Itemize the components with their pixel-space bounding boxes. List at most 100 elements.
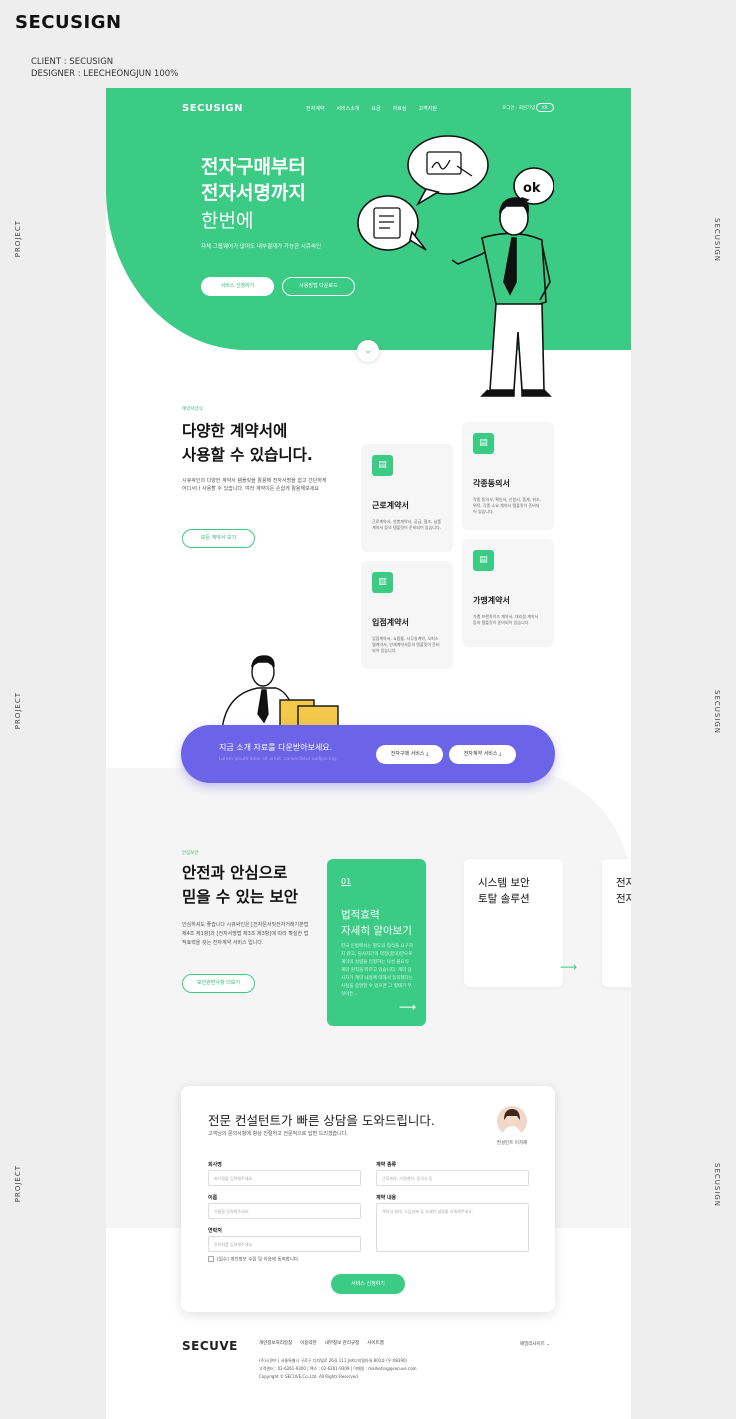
legal-effect-card[interactable]: 01 법적효력 자세히 알아보기 한국 민법에서는 별도의 형식을 요구하지 않…: [327, 859, 426, 1026]
download-purchase-button[interactable]: 전자구매 서비스 ⤓: [376, 745, 443, 764]
card-desc: 입점계약서, 쇼핑몰, 사무실계약, 오피스텔계약서, 인재계약서등의 템플릿이…: [372, 636, 440, 653]
hero-title-line: 전자서명까지: [201, 182, 306, 204]
card-desc: 각종 동의서, 확인서, 신청서, 품계, 위조, 위탁, 각종 소요 계약서 …: [473, 497, 541, 514]
contract-type-input[interactable]: 근로계약, 가맹계약, 동의서 등: [376, 1170, 529, 1186]
card-title: 가맹계약서: [473, 596, 510, 605]
contract-card[interactable]: ▥ 입점계약서 입점계약서, 쇼핑몰, 사무실계약, 오피스텔계약서, 인재계약…: [361, 561, 453, 669]
checkbox[interactable]: [208, 1256, 214, 1262]
client-label: CLIENT : SECUSIGN: [31, 57, 114, 67]
scroll-down-button[interactable]: ⌄: [357, 340, 379, 362]
footer-link[interactable]: 사이트맵: [367, 1340, 384, 1346]
footer-logo[interactable]: SECUVE: [182, 1339, 238, 1353]
chevron-down-icon: ⌄: [364, 346, 372, 356]
copyright: Copyright © SECUVE.Co.,Ltd. All Rights R…: [259, 1374, 358, 1379]
document-icon: ▤: [372, 455, 393, 476]
side-label-left: PROJECT: [14, 692, 22, 730]
field-label: 이름: [208, 1195, 218, 1201]
side-label-left: PROJECT: [14, 1165, 22, 1203]
side-label-left: PROJECT: [14, 220, 22, 258]
button-label: 전자계약 서비스: [463, 751, 498, 757]
security-title: 안전과 안심으로 믿을 수 있는 보안: [182, 861, 298, 909]
project-title: SECUSIGN: [15, 12, 122, 33]
contracts-title-line: 사용할 수 있습니다.: [182, 446, 313, 464]
security-title-line: 믿을 수 있는 보안: [182, 888, 299, 906]
company-address: (주)시큐브 | 서울특별시 구로구 디지털로 26길 111 JnK디지털타워…: [259, 1358, 408, 1363]
card-title-line: 법적효력: [341, 909, 380, 921]
contract-card[interactable]: ▤ 근로계약서 근로계약서, 연봉계약서, 공급, 협조, 납품계약서 등의 템…: [361, 444, 453, 552]
field-label: 회사명: [208, 1162, 222, 1168]
card-desc: 근로계약서, 연봉계약서, 공급, 협조, 납품계약서 등의 템플릿이 준비되어…: [372, 519, 442, 530]
hero-title-line: 전자구매부터: [201, 156, 306, 178]
side-label-right: SECUSIGN: [713, 690, 721, 735]
arrow-right-icon: ⟶: [399, 1000, 417, 1014]
card-title-line: 토탈 솔루션: [478, 893, 530, 905]
project-meta: CLIENT : SECUSIGN DESIGNER : LEECHEONGJU…: [31, 56, 178, 80]
website-page: SECUSIGN 전자계약 서비스소개 요금 자료실 고객지원 로그인 · 회원…: [106, 88, 631, 1419]
field-label: 계약 내용: [376, 1195, 397, 1201]
document-icon: ▤: [473, 433, 494, 454]
card-number: 01: [341, 877, 352, 886]
download-contract-button[interactable]: 전자계약 서비스 ⤓: [449, 745, 516, 764]
footer-links: 개인정보처리방침 이용약관 내부정보 관리규정 사이트맵: [259, 1340, 384, 1346]
nav-item[interactable]: 요금: [371, 105, 380, 112]
contracts-desc: 시큐싸인의 다양한 계약서 템플릿을 활용해 전자서명을 쉽고 간단하게 어디서…: [182, 478, 327, 492]
hero-title: 전자구매부터 전자서명까지: [201, 154, 306, 206]
contract-card[interactable]: ▤ 각종동의서 각종 동의서, 확인서, 신청서, 품계, 위조, 위탁, 각종…: [462, 422, 554, 530]
card-title-line: 자세히 알아보기: [341, 925, 412, 937]
nav-item[interactable]: 전자계약: [306, 105, 324, 112]
hero-subtitle: 자체 그룹웨어가 없어도 내부결재가 가능한 시큐싸인: [201, 244, 322, 250]
privacy-agree[interactable]: [필수] 개인정보 수집 및 이용에 동의합니다.: [208, 1256, 299, 1263]
ok-bubble-text: ok: [523, 181, 541, 196]
form-title: 전문 컨설턴트가 빠른 상담을 도와드립니다.: [208, 1113, 435, 1128]
card-desc: 한국 민법에서는 별도의 형식을 요구하지 않고, 당사자간의 약정(합의)만으…: [341, 944, 413, 997]
download-banner: 지금 소개 자료를 다운받아보세요. Lorem ipsum dolor sit…: [181, 725, 555, 783]
section-tag: 계약서양식: [182, 407, 203, 412]
login-links[interactable]: 로그인 · 회원가입: [502, 105, 535, 111]
banner-subtitle: Lorem ipsum dolor sit amet, consectetur …: [219, 757, 338, 762]
nav-item[interactable]: 자료실: [393, 105, 407, 112]
nav-item[interactable]: 서비스소개: [336, 105, 359, 112]
contract-card[interactable]: ▤ 가맹계약서 가맹 프랜차이즈 계약서, 대리점 계약서 등의 템플릿이 준비…: [462, 539, 554, 647]
company-input[interactable]: 회사명을 입력해주세요.: [208, 1170, 361, 1186]
card-title-line: 시스템 보안: [478, 877, 530, 889]
section-tag: 안심보안: [182, 851, 199, 856]
security-title-line: 안전과 안심으로: [182, 864, 288, 882]
card-title: 근로계약서: [372, 501, 409, 510]
card-title: 시스템 보안 토탈 솔루션: [478, 875, 530, 907]
contracts-title-line: 다양한 계약서에: [182, 422, 288, 440]
apply-service-button[interactable]: 서비스 신청하기: [201, 277, 274, 296]
arrow-right-icon: ⟶: [560, 960, 578, 974]
businessman-illustration: ok: [357, 135, 554, 397]
partial-card[interactable]: 전자 전자: [602, 859, 631, 987]
consultant-name: 컨설턴트 이지혜: [496, 1141, 528, 1146]
submit-button[interactable]: 서비스 신청하기: [331, 1274, 405, 1294]
card-title: 입점계약서: [372, 618, 409, 627]
footer-info: (주)시큐브 | 서울특별시 구로구 디지털로 26길 111 JnK디지털타워…: [259, 1357, 417, 1381]
card-title: 각종동의서: [473, 479, 510, 488]
language-select[interactable]: KR: [536, 103, 554, 112]
system-security-card[interactable]: 시스템 보안 토탈 솔루션 ⟶: [464, 859, 577, 987]
family-site-select[interactable]: 패밀리사이트 ⌄: [520, 1341, 550, 1347]
man-with-folders-illustration: [221, 655, 339, 730]
side-label-right: SECUSIGN: [713, 1163, 721, 1208]
card-desc: 가맹 프랜차이즈 계약서, 대리점 계약서 등의 템플릿이 준비되어 있습니다.: [473, 614, 539, 625]
contract-content-textarea[interactable]: 계약서 형태, 도입날짜 등 자세한 설명을 기재해주세요.: [376, 1203, 529, 1252]
download-icon: ⤓: [499, 751, 502, 757]
download-guide-button[interactable]: 사용방법 다운로드: [282, 277, 355, 296]
phone-input[interactable]: 연락처를 입력해주세요.: [208, 1236, 361, 1252]
card-title: 전자 전자: [616, 875, 631, 907]
download-icon: ⤓: [426, 751, 429, 757]
footer-link[interactable]: 내부정보 관리규정: [325, 1340, 360, 1346]
clipboard-icon: ▥: [372, 572, 393, 593]
site-logo[interactable]: SECUSIGN: [182, 103, 243, 114]
name-input[interactable]: 이름을 입력해주세요.: [208, 1203, 361, 1219]
nav-item[interactable]: 고객지원: [418, 105, 436, 112]
security-more-button[interactable]: 보안관련사항 더보기: [182, 974, 255, 993]
consultant-avatar: [497, 1106, 527, 1136]
card-title: 법적효력 자세히 알아보기: [341, 907, 412, 939]
footer-link[interactable]: 개인정보처리방침: [259, 1340, 292, 1346]
view-all-contracts-button[interactable]: 모든 계약서 보기: [182, 529, 255, 548]
side-label-right: SECUSIGN: [713, 218, 721, 263]
designer-label: DESIGNER : LEECHEONGJUN 100%: [31, 69, 179, 79]
footer-link[interactable]: 이용약관: [300, 1340, 317, 1346]
